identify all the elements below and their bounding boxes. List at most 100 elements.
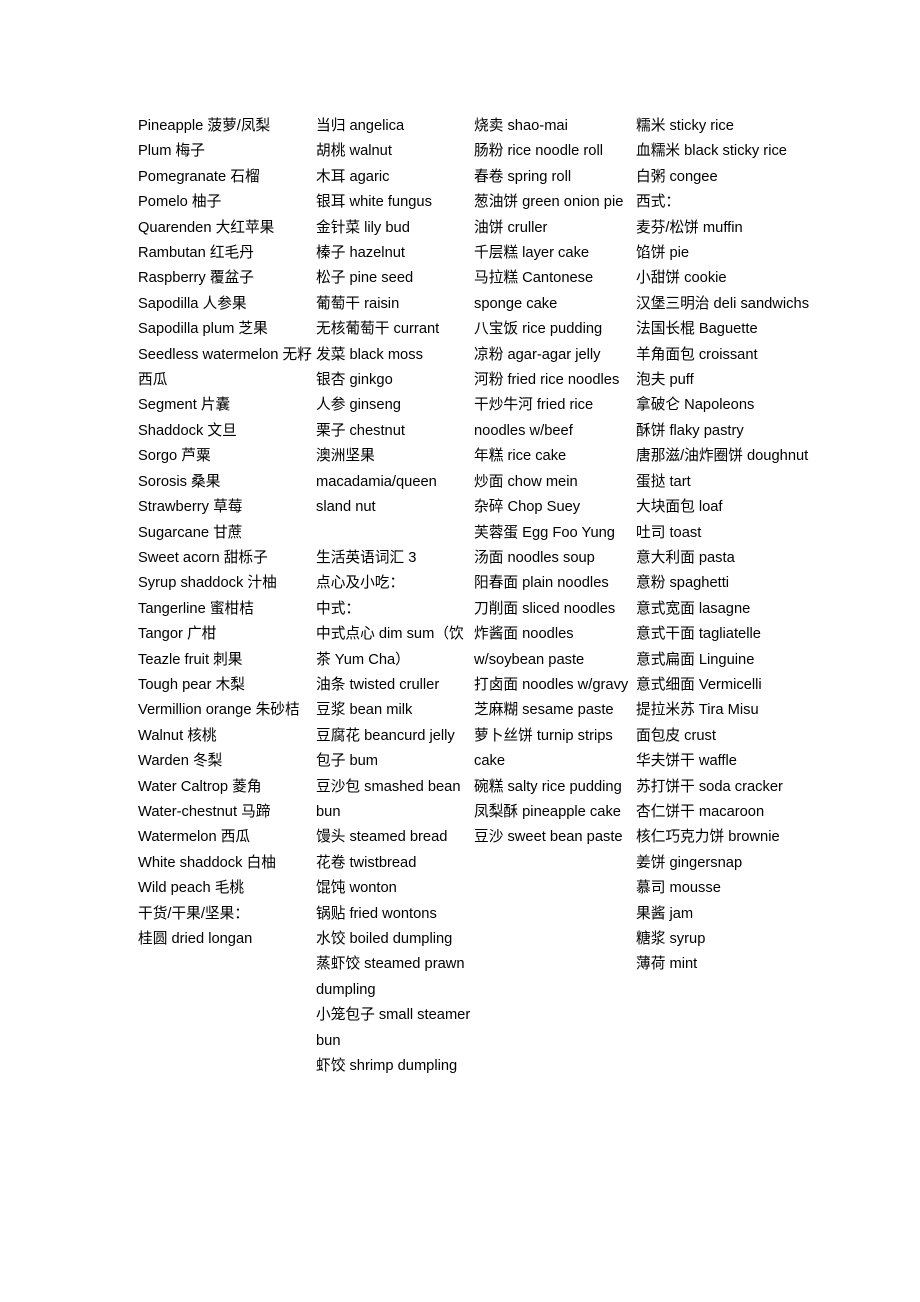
vocabulary-entry: 馒头 steamed bread — [316, 829, 448, 846]
vocabulary-entry: 春卷 spring roll — [474, 168, 572, 185]
vocabulary-entry: Tangor 广柑 — [138, 626, 217, 643]
vocabulary-entry: 小笼包子 small steamer bun — [316, 1007, 475, 1049]
vocabulary-entry: Walnut 核桃 — [138, 727, 217, 744]
vocabulary-entry: 麦芬/松饼 muffin — [636, 219, 743, 236]
vocabulary-entry: Raspberry 覆盆子 — [138, 270, 254, 287]
vocabulary-entry: 汉堡三明治 deli sandwichs — [636, 295, 810, 312]
vocabulary-entry: 生活英语词汇 3 — [316, 549, 417, 566]
vocabulary-entry: 吐司 toast — [636, 524, 702, 541]
vocabulary-entry: 萝卜丝饼 turnip strips cake — [474, 727, 617, 770]
vocabulary-entry: 榛子 hazelnut — [316, 245, 405, 262]
vocabulary-entry: 提拉米苏 Tira Misu — [636, 702, 759, 719]
vocabulary-entry: 桂圆 dried longan — [138, 931, 253, 947]
vocabulary-entry: Water-chestnut 马蹄 — [138, 803, 271, 820]
vocabulary-entry: 烧卖 shao-mai — [474, 118, 568, 134]
vocabulary-entry: Tangerline 蜜柑桔 — [138, 600, 254, 617]
vocabulary-entry: Rambutan 红毛丹 — [138, 245, 254, 262]
vocabulary-entry: 西式： — [636, 194, 681, 211]
vocabulary-entry: 花卷 twistbread — [316, 854, 417, 871]
vocabulary-entry: Wild peach 毛桃 — [138, 880, 245, 897]
vocabulary-entry: 银杏 ginkgo — [316, 372, 393, 389]
vocabulary-entry: 油条 twisted cruller — [316, 676, 440, 693]
vocabulary-entry: 果酱 jam — [636, 905, 694, 922]
vocabulary-entry: 人参 ginseng — [316, 397, 401, 414]
vocabulary-entry: Segment 片囊 — [138, 397, 231, 414]
vocabulary-entry: 水饺 boiled dumpling — [316, 930, 453, 947]
vocabulary-entry: 羊角面包 croissant — [636, 346, 758, 363]
vocabulary-entry: 薄荷 mint — [636, 956, 698, 973]
vocabulary-entry: Quarenden 大红苹果 — [138, 219, 275, 236]
vocabulary-entry: 意粉 spaghetti — [636, 575, 730, 592]
vocabulary-columns: Pineapple 菠萝/凤梨 Plum 梅子 Pomegranate 石榴 Pome… — [138, 114, 838, 1079]
vocabulary-entry: 汤面 noodles soup — [474, 549, 595, 566]
vocabulary-entry: 肠粉 rice noodle roll — [474, 143, 603, 160]
vocabulary-entry: Sugarcane 甘蔗 — [138, 524, 243, 541]
vocabulary-entry: 豆浆 bean milk — [316, 702, 413, 719]
vocabulary-entry: 木耳 agaric — [316, 168, 390, 185]
vocabulary-entry: 虾饺 shrimp dumpling — [316, 1058, 458, 1075]
vocabulary-entry: 面包皮 crust — [636, 727, 716, 744]
vocabulary-entry: 法国长棍 Baguette — [636, 321, 758, 338]
vocabulary-entry: 炸酱面 noodles w/soybean paste — [474, 626, 585, 668]
vocabulary-entry: 意式宽面 lasagne — [636, 600, 751, 617]
vocabulary-entry: 芝麻糊 sesame paste — [474, 702, 614, 719]
vocabulary-entry: Vermillion orange 朱砂桔 — [138, 702, 300, 719]
vocabulary-entry: Water Caltrop 菱角 — [138, 778, 262, 795]
vocabulary-entry: 当归 angelica — [316, 118, 405, 134]
vocabulary-entry: Sorosis 桑果 — [138, 473, 221, 490]
vocabulary-entry: 唐那滋/油炸圈饼 doughnut — [636, 448, 809, 465]
vocabulary-entry: Tough pear 木梨 — [138, 676, 245, 693]
vocabulary-entry: 凉粉 agar-agar jelly — [474, 346, 601, 363]
vocabulary-entry: Watermelon 西瓜 — [138, 829, 251, 846]
vocabulary-entry: 打卤面 noodles w/gravy — [474, 676, 629, 693]
vocabulary-entry: 泡夫 puff — [636, 372, 694, 389]
vocabulary-entry: Plum 梅子 — [138, 143, 205, 160]
column-western-snacks: 糯米 sticky rice 血糯米 black sticky rice 白粥 co… — [636, 114, 816, 978]
vocabulary-entry: 慕司 mousse — [636, 880, 721, 897]
vocabulary-entry: 豆沙包 smashed bean bun — [316, 778, 465, 820]
vocabulary-entry: Sweet acorn 甜栎子 — [138, 549, 268, 566]
vocabulary-entry: 意式扁面 Linguine — [636, 651, 755, 668]
vocabulary-entry: Pomelo 柚子 — [138, 194, 222, 211]
vocabulary-entry: 刀削面 sliced noodles — [474, 600, 616, 617]
vocabulary-entry: 马拉糕 Cantonese sponge cake — [474, 270, 598, 312]
vocabulary-entry: 阳春面 plain noodles — [474, 575, 609, 592]
vocabulary-entry: 糯米 sticky rice — [636, 118, 734, 134]
vocabulary-entry: 糖浆 syrup — [636, 931, 706, 947]
column-fruits: Pineapple 菠萝/凤梨 Plum 梅子 Pomegranate 石榴 Pome… — [138, 114, 316, 952]
vocabulary-entry: 金针菜 lily bud — [316, 219, 410, 236]
vocabulary-entry: 河粉 fried rice noodles — [474, 372, 620, 389]
vocabulary-entry: Warden 冬梨 — [138, 753, 223, 770]
vocabulary-entry: 酥饼 flaky pastry — [636, 422, 744, 439]
column-chinese-snacks: 烧卖 shao-mai 肠粉 rice noodle roll 春卷 spring … — [474, 114, 636, 851]
vocabulary-entry: 干货/干果/坚果： — [138, 905, 249, 922]
vocabulary-entry: 年糕 rice cake — [474, 448, 567, 465]
vocabulary-entry: 无核葡萄干 currant — [316, 321, 440, 338]
vocabulary-entry: 澳洲坚果 macadamia/queen sland nut — [316, 448, 441, 516]
vocabulary-entry: 大块面包 loaf — [636, 499, 723, 516]
vocabulary-entry: 核仁巧克力饼 brownie — [636, 829, 780, 846]
vocabulary-entry: 栗子 chestnut — [316, 422, 405, 439]
document-page: Pineapple 菠萝/凤梨 Plum 梅子 Pomegranate 石榴 Pome… — [0, 0, 920, 1302]
vocabulary-entry: 干炒牛河 fried rice noodles w/beef — [474, 397, 598, 439]
vocabulary-entry: 意大利面 pasta — [636, 549, 735, 566]
vocabulary-entry: Sapodilla plum 芝果 — [138, 321, 268, 338]
vocabulary-entry: 点心及小吃： — [316, 575, 405, 592]
vocabulary-entry: 拿破仑 Napoleons — [636, 397, 755, 414]
vocabulary-entry: Pineapple 菠萝/凤梨 — [138, 118, 271, 134]
vocabulary-entry: Shaddock 文旦 — [138, 422, 237, 439]
vocabulary-entry: 苏打饼干 soda cracker — [636, 778, 783, 795]
vocabulary-entry: 凤梨酥 pineapple cake — [474, 803, 621, 820]
vocabulary-entry: 意式细面 Vermicelli — [636, 676, 762, 693]
vocabulary-entry: 松子 pine seed — [316, 270, 414, 287]
vocabulary-entry: 千层糕 layer cake — [474, 245, 590, 262]
vocabulary-entry: 意式干面 tagliatelle — [636, 626, 761, 643]
vocabulary-entry: 碗糕 salty rice pudding — [474, 778, 622, 795]
vocabulary-entry: 蛋挞 tart — [636, 473, 691, 490]
vocabulary-entry: 姜饼 gingersnap — [636, 854, 743, 871]
vocabulary-entry: 包子 bum — [316, 753, 379, 770]
vocabulary-entry: 血糯米 black sticky rice — [636, 143, 787, 160]
vocabulary-entry: 芙蓉蛋 Egg Foo Yung — [474, 524, 615, 541]
vocabulary-entry: 炒面 chow mein — [474, 473, 578, 490]
